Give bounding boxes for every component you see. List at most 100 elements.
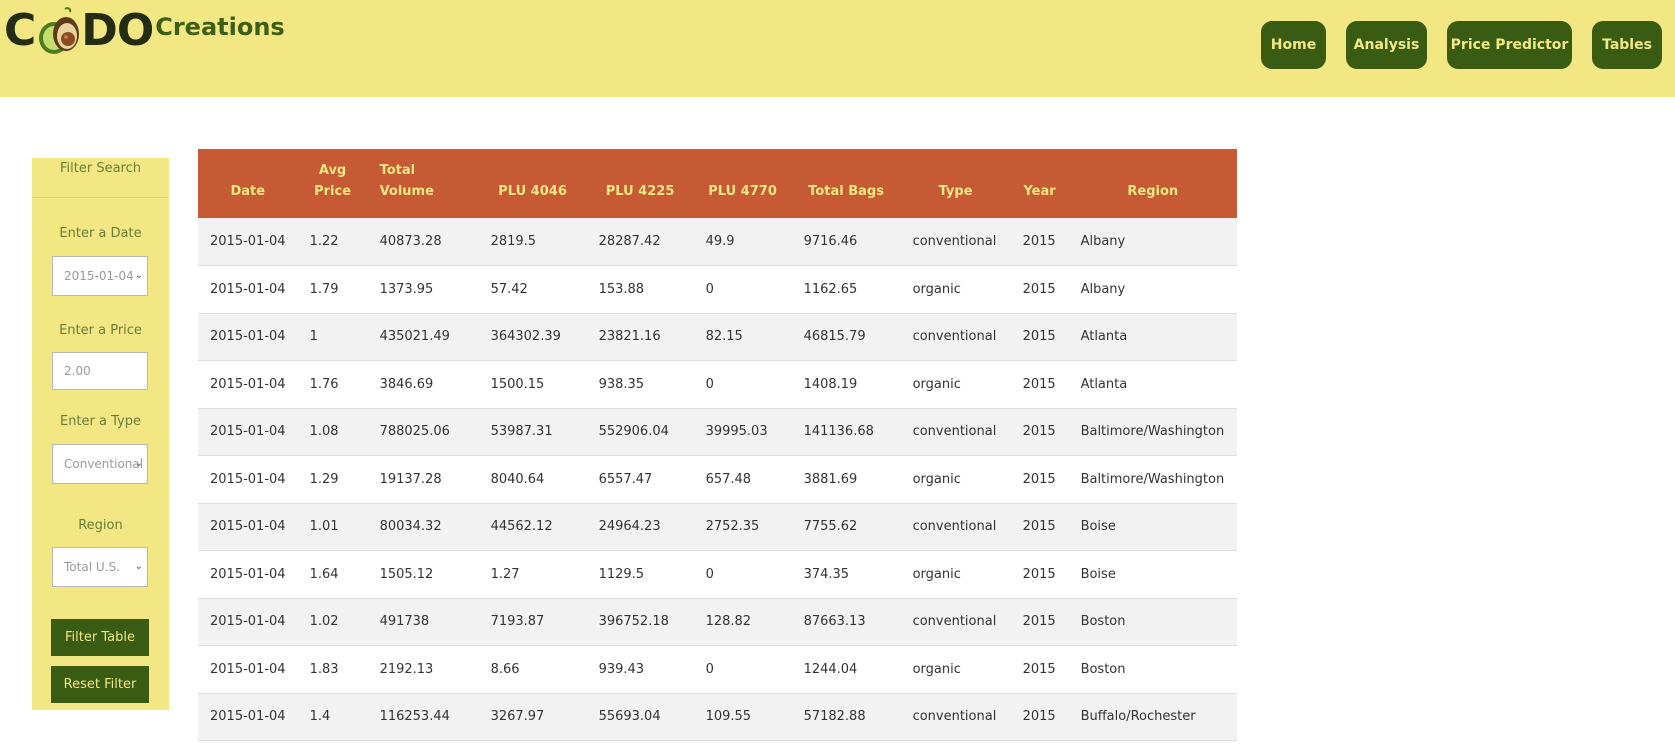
col-header-plu-4770: PLU 4770 [708,184,777,199]
cell-plu-4225: 1129.5 [598,566,645,582]
logo-letter-c: C [4,5,36,56]
region-select[interactable]: Total U.S. ⌄ [52,547,148,587]
cell-region: Atlanta [1080,376,1128,392]
cell-region: Boston [1080,614,1126,630]
cell-plu-4225: 552906.04 [598,424,669,440]
cell-avg-price: 1.64 [309,566,339,582]
cell-type: organic [912,566,961,582]
cell-date: 2015-01-04 [210,661,286,677]
cell-type: conventional [912,519,997,535]
nav-home-button[interactable]: Home [1261,21,1326,69]
cell-total-bags: 87663.13 [803,614,866,630]
cell-plu-4770: 0 [705,281,714,297]
type-select-value: Conventional [64,457,144,471]
cell-region: Boston [1080,661,1126,677]
cell-year: 2015 [1022,376,1056,392]
type-select[interactable]: Conventional ⌄ [52,444,148,484]
date-select[interactable]: 2015-01-04 ⌄ [52,256,148,296]
cell-type: organic [912,661,961,677]
cell-total-volume: 1373.95 [379,281,434,297]
table-row: 2015-01-04 1.4 116253.44 3267.97 55693.0… [198,693,1237,741]
chevron-down-icon: ⌄ [134,458,143,469]
cell-plu-4046: 7193.87 [490,614,545,630]
table-row: 2015-01-04 1.02 491738 7193.87 396752.18… [198,598,1237,646]
filter-sidebar: Filter Search Enter a Date 2015-01-04 ⌄ … [32,158,169,710]
nav-tables-button[interactable]: Tables [1592,21,1662,69]
col-header-avg-price: Avg Price [314,163,352,199]
table-row: 2015-01-04 1.22 40873.28 2819.5 28287.42… [198,218,1237,266]
cell-date: 2015-01-04 [210,234,286,249]
cell-total-volume: 40873.28 [379,234,442,249]
cell-region: Buffalo/Rochester [1080,709,1196,725]
cell-region: Atlanta [1080,329,1128,345]
cell-plu-4770: 0 [705,661,714,677]
col-header-plu-4046: PLU 4046 [498,184,567,199]
nav-analysis-button[interactable]: Analysis [1346,21,1427,69]
cell-plu-4770: 128.82 [705,614,752,630]
table-row: 2015-01-04 1.01 80034.32 44562.12 24964.… [198,503,1237,551]
cell-total-volume: 2192.13 [379,661,434,677]
region-select-value: Total U.S. [64,560,120,574]
col-header-region: Region [1127,184,1179,199]
cell-type: conventional [912,424,997,440]
cell-plu-4225: 23821.16 [598,329,661,345]
cell-year: 2015 [1022,614,1056,630]
reset-filter-button[interactable]: Reset Filter [51,666,149,703]
cell-date: 2015-01-04 [210,709,286,725]
cell-plu-4225: 6557.47 [598,471,653,487]
cell-date: 2015-01-04 [210,566,286,582]
cell-type: organic [912,471,961,487]
cell-plu-4770: 0 [705,566,714,582]
cell-type: conventional [912,234,997,249]
cell-plu-4225: 24964.23 [598,519,661,535]
avocado-data-table: Date Avg Price Total Volume PLU 4046 PLU… [198,149,1237,741]
col-header-type: Type [938,184,973,199]
brand-logo[interactable]: C DO Creations [4,6,285,56]
cell-date: 2015-01-04 [210,376,286,392]
cell-type: organic [912,281,961,297]
cell-region: Baltimore/Washington [1080,424,1225,440]
nav-price-predictor-button[interactable]: Price Predictor [1447,21,1572,69]
cell-avg-price: 1.4 [309,709,331,725]
cell-plu-4046: 8.66 [490,661,520,677]
cell-total-volume: 19137.28 [379,471,442,487]
cell-year: 2015 [1022,519,1056,535]
filter-search-title: Filter Search [32,158,169,198]
table-row: 2015-01-04 1.79 1373.95 57.42 153.88 0 1… [198,266,1237,313]
filter-table-button[interactable]: Filter Table [51,619,149,656]
cell-total-bags: 9716.46 [803,234,858,249]
cell-plu-4046: 8040.64 [490,471,545,487]
col-header-year: Year [1023,184,1056,199]
cell-plu-4046: 364302.39 [490,329,561,345]
cell-plu-4770: 0 [705,376,714,392]
cell-total-bags: 1162.65 [803,281,858,297]
cell-plu-4225: 153.88 [598,281,645,297]
price-input[interactable]: 2.00 [52,352,148,390]
top-navbar: C DO Creations Home Analysis Price Predi… [0,0,1675,97]
cell-plu-4046: 1.27 [490,566,520,582]
price-label: Enter a Price [59,323,142,338]
col-header-date: Date [230,184,266,199]
cell-plu-4046: 2819.5 [490,234,537,249]
cell-region: Albany [1080,281,1126,297]
cell-avg-price: 1.29 [309,471,339,487]
cell-region: Baltimore/Washington [1080,471,1225,487]
cell-avg-price: 1.08 [309,424,339,440]
cell-type: organic [912,376,961,392]
cell-plu-4046: 3267.97 [490,709,545,725]
cell-plu-4770: 39995.03 [705,424,768,440]
cell-total-bags: 374.35 [803,566,850,582]
table-row: 2015-01-04 1.76 3846.69 1500.15 938.35 0… [198,361,1237,408]
cell-region: Albany [1080,234,1126,249]
cell-date: 2015-01-04 [210,329,286,345]
col-header-total-volume: Total Volume [379,163,434,199]
cell-plu-4225: 938.35 [598,376,645,392]
cell-date: 2015-01-04 [210,519,286,535]
date-label: Enter a Date [59,226,142,241]
cell-total-bags: 1244.04 [803,661,858,677]
cell-avg-price: 1.01 [309,519,339,535]
cell-total-volume: 116253.44 [379,709,450,725]
cell-year: 2015 [1022,234,1056,249]
cell-total-bags: 3881.69 [803,471,858,487]
chevron-down-icon: ⌄ [134,270,143,281]
